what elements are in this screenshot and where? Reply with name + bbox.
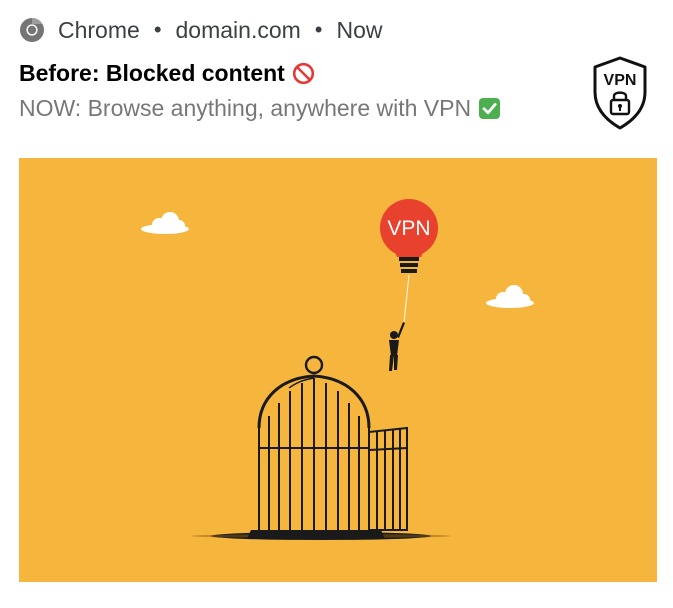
separator-dot: • — [314, 17, 323, 42]
timestamp: Now — [336, 16, 383, 43]
separator-dot: • — [153, 17, 162, 42]
chrome-icon — [19, 17, 45, 43]
vpn-shield-lock-icon: VPN — [592, 56, 648, 132]
no-entry-sign-icon — [292, 62, 315, 85]
check-mark-button-icon — [478, 97, 501, 120]
notification-header: Chrome • domain.com • Now — [19, 14, 383, 46]
vpn-icon-label: VPN — [604, 72, 637, 89]
notification-title: Before: Blocked content — [19, 60, 315, 87]
source-domain: domain.com — [175, 16, 301, 43]
push-notification[interactable]: Chrome • domain.com • Now Before: Blocke… — [0, 0, 673, 608]
title-text: Before: Blocked content — [19, 60, 285, 86]
hero-image[interactable]: VPN — [19, 158, 657, 582]
balloon-label: VPN — [387, 217, 430, 240]
app-name: Chrome — [58, 16, 140, 43]
notification-body: NOW: Browse anything, anywhere with VPN — [19, 95, 501, 122]
body-text: NOW: Browse anything, anywhere with VPN — [19, 95, 472, 121]
